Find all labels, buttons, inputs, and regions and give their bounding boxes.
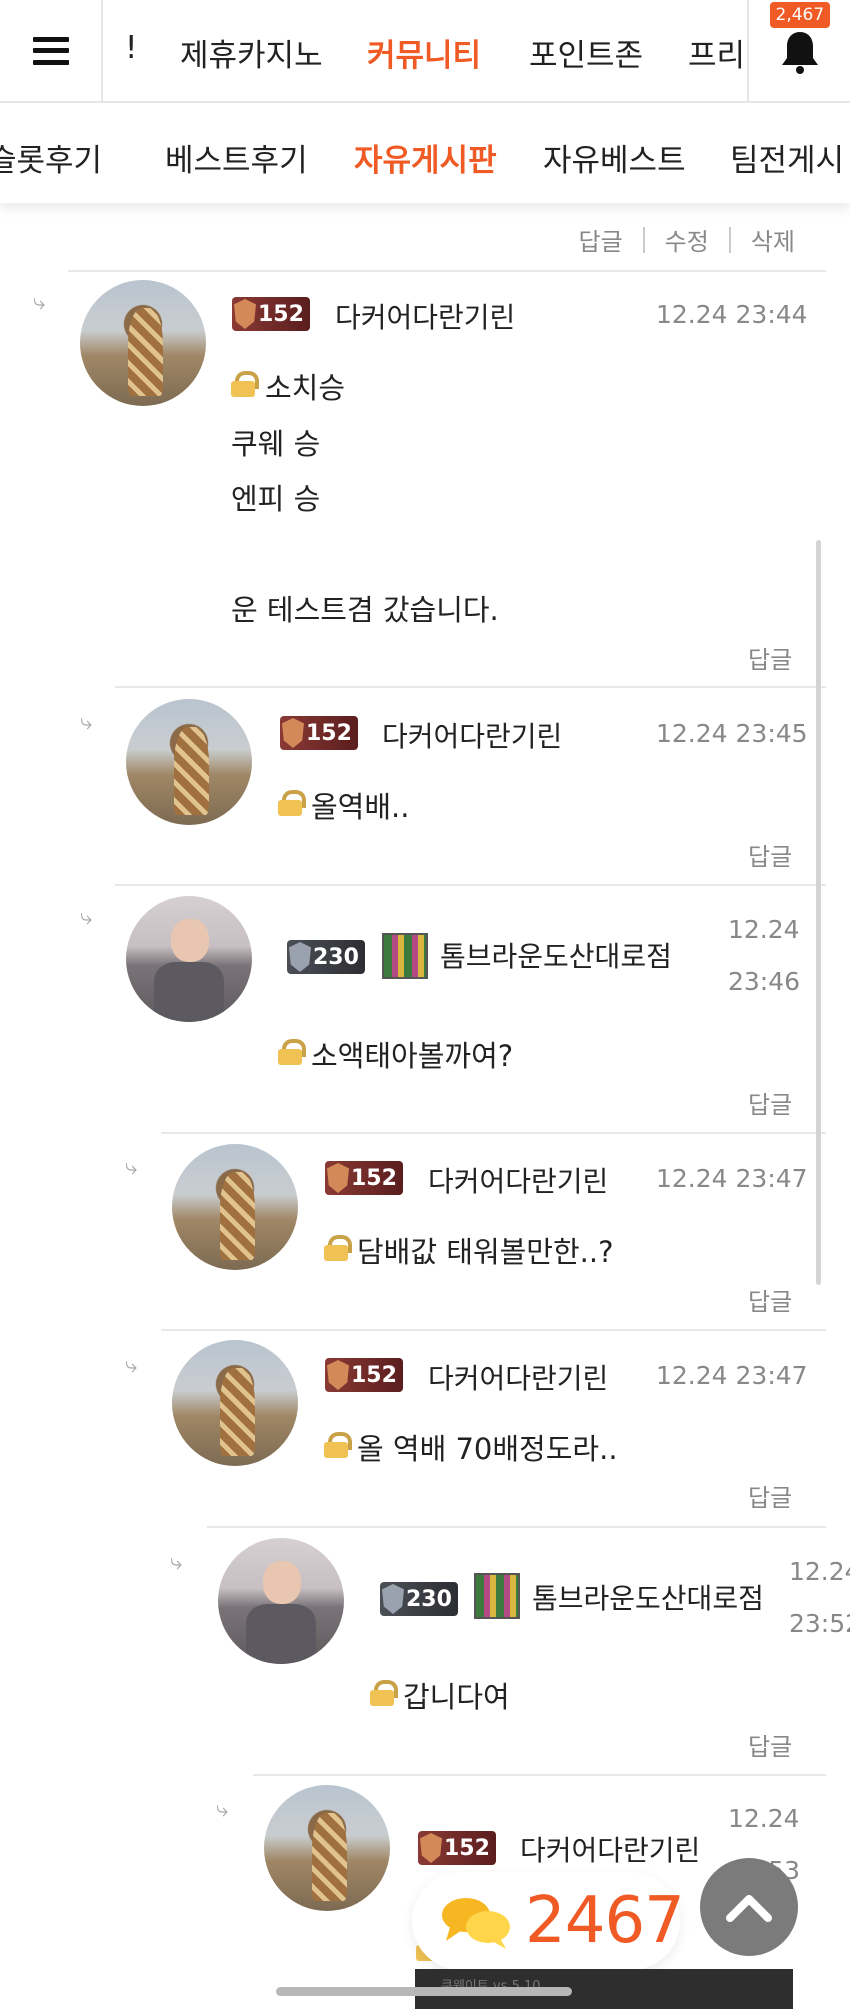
comment-text: 올역배.. xyxy=(311,790,410,824)
lock-icon xyxy=(370,1680,398,1706)
divider xyxy=(115,884,826,886)
tab-free-board[interactable]: 자유게시판 xyxy=(354,135,497,180)
nickname[interactable]: 다커어다란기린 xyxy=(428,1160,608,1200)
timestamp-time: 23:52 xyxy=(789,1609,850,1638)
tab-partner-casino[interactable]: 제휴카지노 xyxy=(180,30,323,75)
timestamp-date: 12.24 xyxy=(728,915,800,944)
level-badge: 152 xyxy=(232,297,310,331)
notification-badge: 2,467 xyxy=(769,1,831,28)
reply-arrow-icon: ⤷ xyxy=(80,710,93,735)
tab-team-board[interactable]: 팀전게시 xyxy=(730,135,844,180)
level-badge: 152 xyxy=(325,1358,403,1392)
lock-icon xyxy=(278,1039,306,1065)
grade-badge-icon xyxy=(474,1573,520,1619)
level-badge: 230 xyxy=(287,940,365,974)
reply-arrow-icon: ⤷ xyxy=(125,1155,138,1180)
avatar[interactable] xyxy=(126,896,252,1022)
comment-text: 쿠웨 승 xyxy=(231,427,321,461)
level-badge: 152 xyxy=(325,1161,403,1195)
tab-community[interactable]: 커뮤니티 xyxy=(367,30,481,75)
scroll-top-button[interactable] xyxy=(700,1858,798,1956)
lock-icon xyxy=(324,1432,352,1458)
avatar[interactable] xyxy=(218,1538,344,1664)
tab-slot-review[interactable]: 슬롯후기 xyxy=(0,135,102,180)
comment-text: 소치승 xyxy=(265,371,346,405)
level-badge: 152 xyxy=(418,1831,496,1865)
reply-button[interactable]: 답글 xyxy=(748,1478,792,1513)
reply-button[interactable]: 답글 xyxy=(748,1727,792,1762)
menu-button[interactable] xyxy=(0,0,103,102)
edit-link[interactable]: 수정 xyxy=(665,222,709,257)
divider xyxy=(161,1329,826,1331)
level-badge: 230 xyxy=(380,1582,458,1616)
reply-arrow-icon: ⤷ xyxy=(170,1550,183,1575)
tab-best-review[interactable]: 베스트후기 xyxy=(165,135,308,180)
chevron-up-icon xyxy=(726,1895,772,1922)
lock-icon xyxy=(278,790,306,816)
nickname[interactable]: 다커어다란기린 xyxy=(520,1829,700,1869)
tab-pre[interactable]: 프리 xyxy=(688,30,745,75)
scrollbar[interactable] xyxy=(816,540,821,1285)
reply-arrow-icon: ⤷ xyxy=(80,905,93,930)
comment-text: 올 역배 70배정도라.. xyxy=(357,1432,618,1466)
avatar[interactable] xyxy=(172,1340,298,1466)
divider xyxy=(253,1774,826,1776)
divider xyxy=(115,686,826,688)
reply-link[interactable]: 답글 xyxy=(578,222,622,257)
bell-icon xyxy=(781,31,818,74)
timestamp-date: 12.24 xyxy=(789,1557,850,1586)
divider xyxy=(68,270,826,272)
avatar[interactable] xyxy=(172,1144,298,1270)
top-nav-tabs: ! 제휴카지노 커뮤니티 포인트존 프리 xyxy=(103,0,747,103)
reply-arrow-icon: ⤷ xyxy=(216,1797,229,1822)
timestamp: 12.24 23:47 xyxy=(656,1361,808,1390)
comment-text: 운 테스트겸 갔습니다. xyxy=(231,593,499,627)
avatar[interactable] xyxy=(80,280,206,406)
reply-arrow-icon: ⤷ xyxy=(33,290,46,315)
nickname[interactable]: 다커어다란기린 xyxy=(428,1357,608,1397)
lock-icon xyxy=(324,1235,352,1261)
reply-button[interactable]: 답글 xyxy=(748,1282,792,1317)
nickname[interactable]: 톰브라운도산대로점 xyxy=(532,1577,764,1617)
divider xyxy=(642,226,645,253)
reply-button[interactable]: 답글 xyxy=(748,640,792,675)
nickname[interactable]: 다커어다란기린 xyxy=(382,715,562,755)
comment-bubbles-icon xyxy=(442,1898,510,1949)
comment-text: 담배값 태워볼만한..? xyxy=(357,1235,614,1269)
tab-exclaim[interactable]: ! xyxy=(125,30,137,66)
timestamp: 12.24 23:44 xyxy=(656,300,808,329)
avatar[interactable] xyxy=(126,699,252,825)
nickname[interactable]: 톰브라운도산대로점 xyxy=(440,935,672,975)
timestamp-time: 23:46 xyxy=(728,967,801,996)
lock-icon xyxy=(231,371,259,397)
reply-button[interactable]: 답글 xyxy=(748,1085,792,1120)
divider xyxy=(161,1132,826,1134)
tab-point-zone[interactable]: 포인트존 xyxy=(529,30,643,75)
reply-arrow-icon: ⤷ xyxy=(125,1353,138,1378)
comment-count[interactable]: 2467 xyxy=(525,1884,685,1958)
nickname[interactable]: 다커어다란기린 xyxy=(335,296,515,336)
divider xyxy=(207,1526,826,1528)
timestamp: 12.24 23:47 xyxy=(656,1164,808,1193)
comment-text: 소액태아볼까여? xyxy=(311,1039,514,1073)
hamburger-icon xyxy=(32,36,69,65)
comment-actions: 답글 수정 삭제 xyxy=(578,222,795,257)
grade-badge-icon xyxy=(382,933,428,979)
timestamp: 12.24 23:45 xyxy=(656,719,808,748)
notification-button[interactable]: 2,467 xyxy=(747,0,850,103)
avatar[interactable] xyxy=(264,1785,390,1911)
divider xyxy=(728,226,731,253)
reply-button[interactable]: 답글 xyxy=(748,837,792,872)
delete-link[interactable]: 삭제 xyxy=(751,222,795,257)
timestamp-date: 12.24 xyxy=(728,1804,800,1833)
top-nav: ! 제휴카지노 커뮤니티 포인트존 프리 2,467 xyxy=(0,0,850,103)
level-badge: 152 xyxy=(280,716,358,750)
comment-text: 갑니다여 xyxy=(403,1680,510,1714)
comment-text: 엔피 승 xyxy=(231,482,321,516)
tab-free-best[interactable]: 자유베스트 xyxy=(543,135,686,180)
sub-nav: 슬롯후기 베스트후기 자유게시판 자유베스트 팀전게시 xyxy=(0,103,850,203)
home-indicator[interactable] xyxy=(276,1987,572,1996)
